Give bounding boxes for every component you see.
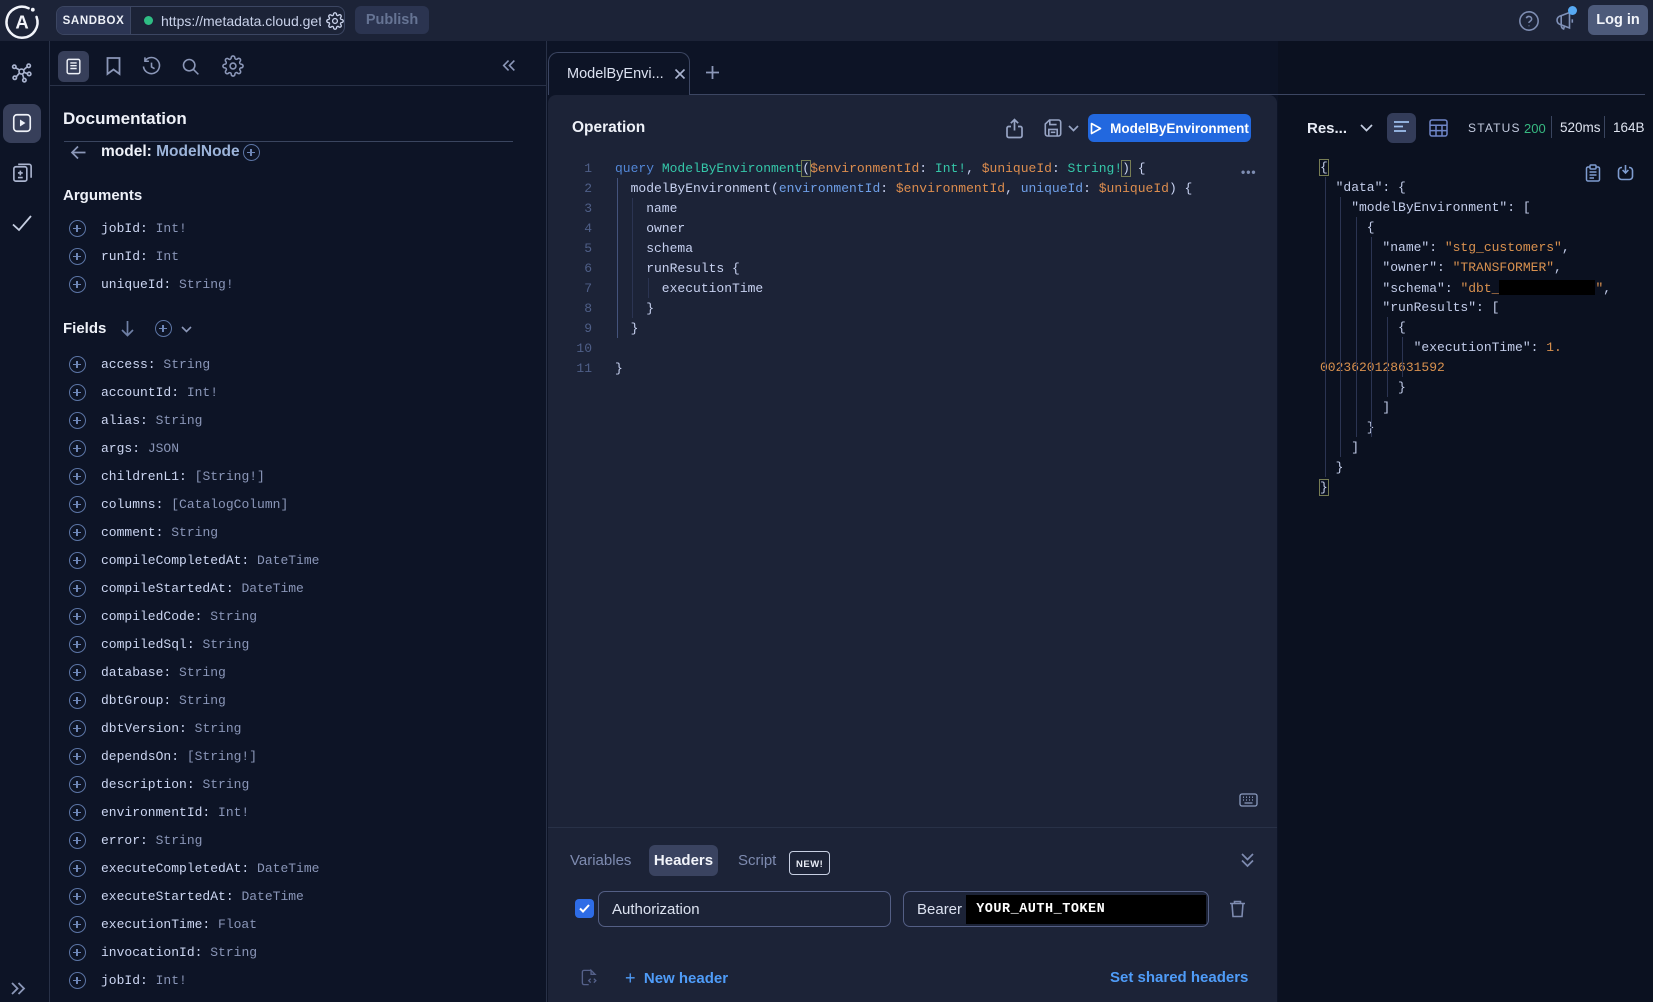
svg-text:A: A [15,12,28,33]
